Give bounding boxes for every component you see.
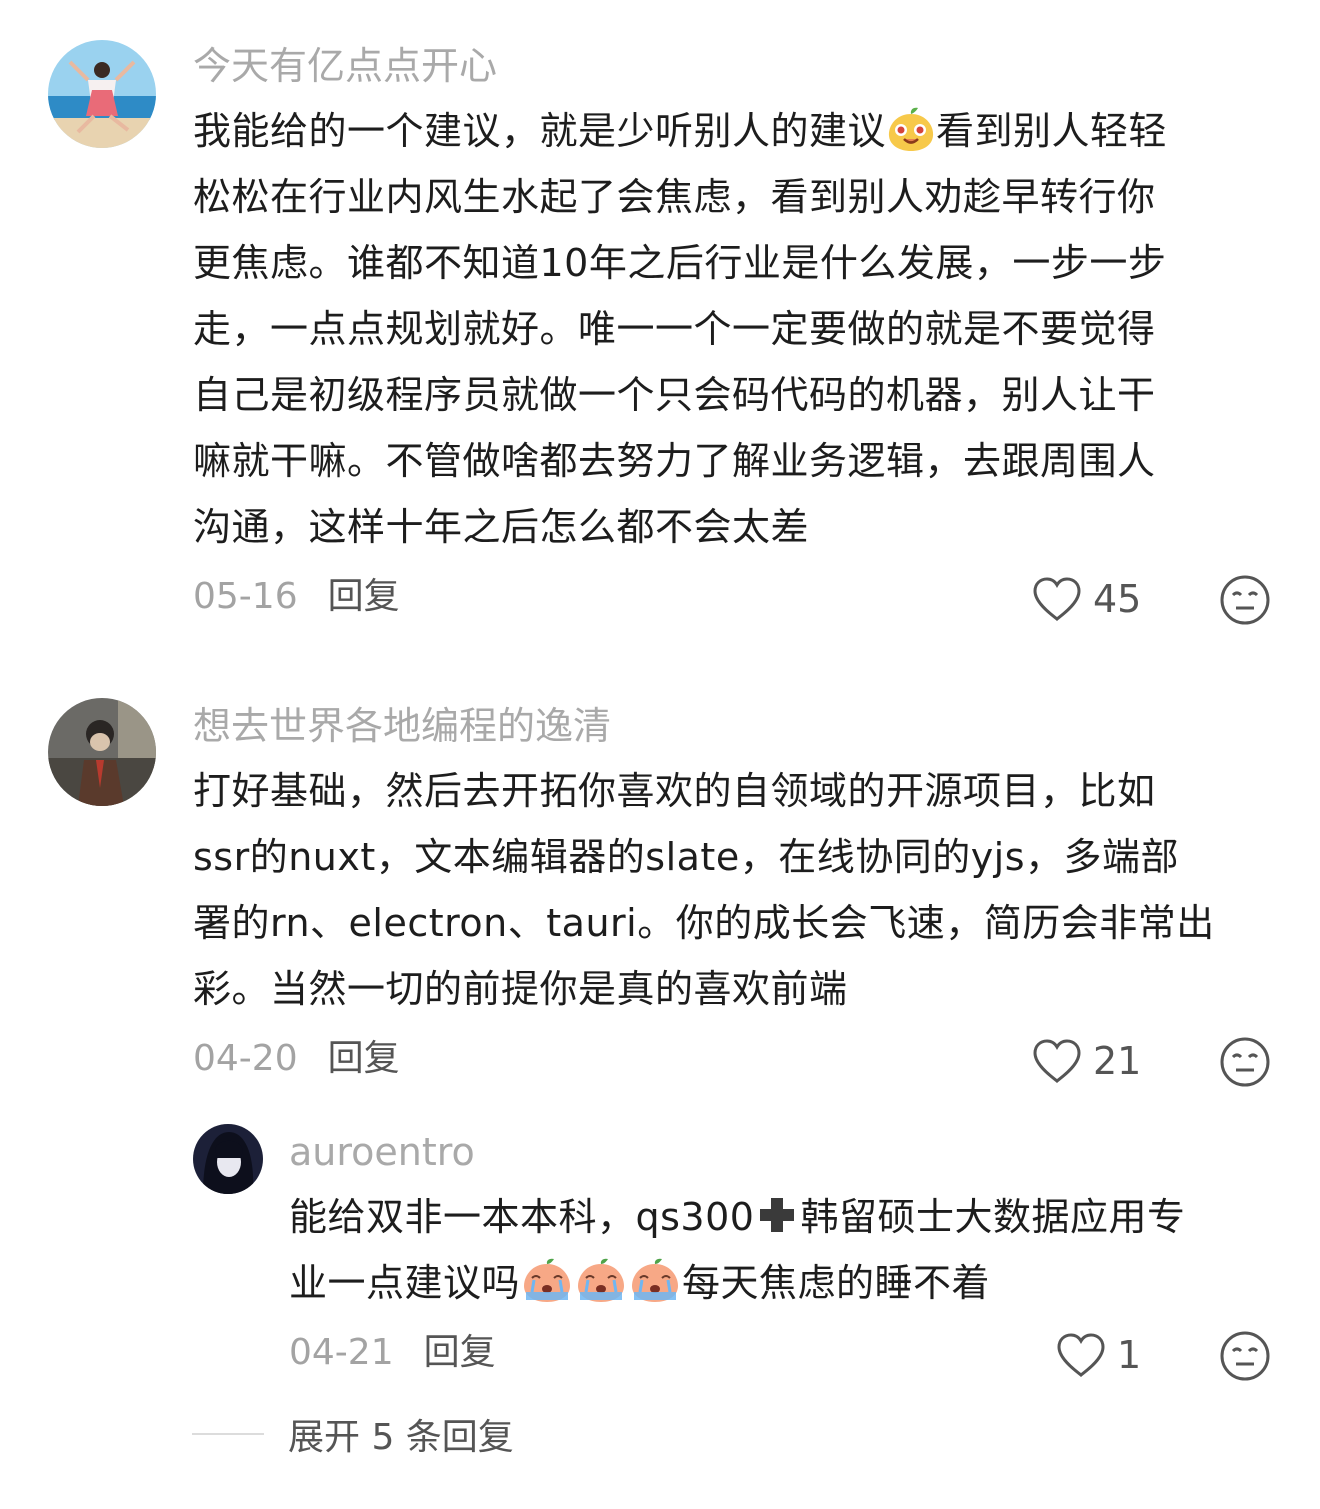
username[interactable]: 今天有亿点点开心 xyxy=(193,42,497,90)
comment-text-line: 嘛就干嘛。不管做啥都去努力了解业务逻辑，去跟周围人 xyxy=(193,439,1156,483)
heart-outline-icon xyxy=(1033,1039,1081,1084)
comment-text-line: 打好基础，然后去开拓你喜欢的自领域的开源项目，比如 xyxy=(193,769,1156,813)
heart-outline-icon xyxy=(1033,577,1081,622)
avatar[interactable] xyxy=(193,1124,263,1194)
heavy-plus-emoji xyxy=(754,1192,800,1238)
comment-text-line: 沟通，这样十年之后怎么都不会太差 xyxy=(193,505,810,549)
comment-text-line: 更焦虑。谁都不知道10年之后行业是什么发展，一步一步 xyxy=(193,241,1167,285)
reply-meta: 04-21 回复 xyxy=(289,1331,496,1375)
crying-peach-emoji xyxy=(628,1258,682,1304)
dislike-button[interactable] xyxy=(1219,1036,1271,1088)
meh-face-icon xyxy=(1220,1037,1270,1087)
timestamp: 04-20 xyxy=(193,1038,298,1079)
username[interactable]: auroentro xyxy=(289,1128,475,1176)
comment-text-line: 松松在行业内风生水起了会焦虑，看到别人劝趁早转行你 xyxy=(193,175,1156,219)
dislike-button[interactable] xyxy=(1219,1330,1271,1382)
comment-text-line: 署的rn、electron、tauri。你的成长会飞速，简历会非常出 xyxy=(193,901,1215,945)
heart-outline-icon xyxy=(1057,1333,1105,1378)
like-count: 45 xyxy=(1093,577,1142,621)
crying-peach-emoji xyxy=(574,1258,628,1304)
username[interactable]: 想去世界各地编程的逸清 xyxy=(193,702,611,750)
reply-text-segment: 每天焦虑的睡不着 xyxy=(682,1261,991,1305)
smiling-mango-emoji xyxy=(886,106,936,152)
crying-peach-emoji xyxy=(520,1258,574,1304)
expand-replies-label: 展开 5 条回复 xyxy=(288,1417,514,1458)
expand-replies-button[interactable]: 展开 5 条回复 xyxy=(192,1410,514,1458)
reply-text-segment: 能给双非一本本科，qs300 xyxy=(289,1195,755,1239)
reply-text: 能给双非一本本科，qs300 韩留硕士大数据应用专 业一点建议吗 每天焦虑的睡不着 xyxy=(289,1184,1185,1316)
meh-face-icon xyxy=(1220,575,1270,625)
comment-text: 我能给的一个建议，就是少听别人的建议 看到别人轻轻 松松在行业内风生水起了会焦虑，… xyxy=(193,98,1167,560)
comment-text-segment: 看到别人轻轻 xyxy=(936,109,1168,153)
comment-text-segment: 我能给的一个建议，就是少听别人的建议 xyxy=(193,109,887,153)
avatar[interactable] xyxy=(48,40,156,148)
timestamp: 04-21 xyxy=(289,1332,394,1373)
comment-text: 打好基础，然后去开拓你喜欢的自领域的开源项目，比如 ssr的nuxt，文本编辑器… xyxy=(193,758,1215,1022)
like-button[interactable]: 45 xyxy=(1031,574,1141,624)
reply-button[interactable]: 回复 xyxy=(328,1038,400,1079)
timestamp: 05-16 xyxy=(193,576,298,617)
like-count: 21 xyxy=(1093,1039,1142,1083)
reply-text-segment: 业一点建议吗 xyxy=(289,1261,521,1305)
comment-text-line: 自己是初级程序员就做一个只会码代码的机器，别人让干 xyxy=(193,373,1156,417)
meh-face-icon xyxy=(1220,1331,1270,1381)
reply-text-segment: 韩留硕士大数据应用专 xyxy=(800,1195,1186,1239)
reply-button[interactable]: 回复 xyxy=(328,576,400,617)
comment-text-line: 走，一点点规划就好。唯一一个一定要做的就是不要觉得 xyxy=(193,307,1156,351)
like-count: 1 xyxy=(1117,1333,1142,1377)
like-button[interactable]: 1 xyxy=(1055,1330,1141,1380)
comment-text-line: ssr的nuxt，文本编辑器的slate，在线协同的yjs，多端部 xyxy=(193,835,1180,879)
comment-meta: 05-16 回复 xyxy=(193,575,400,619)
avatar[interactable] xyxy=(48,698,156,806)
comment-meta: 04-20 回复 xyxy=(193,1037,400,1081)
dislike-button[interactable] xyxy=(1219,574,1271,626)
reply-button[interactable]: 回复 xyxy=(424,1332,496,1373)
divider xyxy=(192,1433,264,1435)
like-button[interactable]: 21 xyxy=(1031,1036,1141,1086)
comment-text-line: 彩。当然一切的前提你是真的喜欢前端 xyxy=(193,967,848,1011)
